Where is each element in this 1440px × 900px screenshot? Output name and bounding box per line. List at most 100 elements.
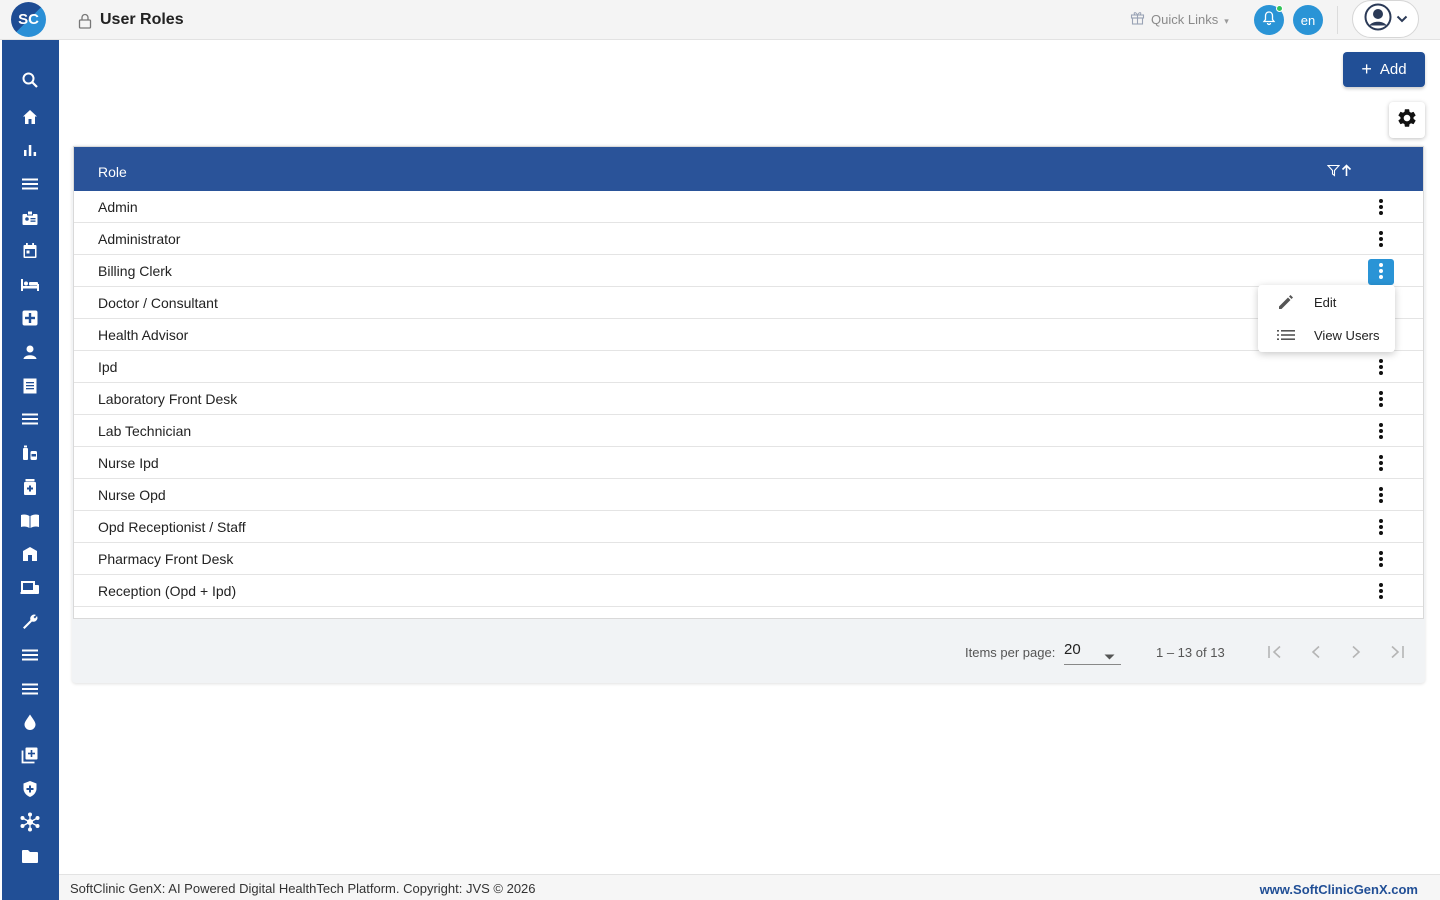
next-page-button[interactable] [1342,639,1370,667]
header-divider [1337,6,1338,34]
drop-icon[interactable] [19,711,41,733]
language-button[interactable]: en [1293,5,1323,35]
list-icon [1276,326,1296,344]
calendar-icon[interactable] [19,240,41,262]
last-page-button[interactable] [1382,639,1410,667]
table-row[interactable]: Administrator [74,223,1423,255]
filter-sort-control[interactable] [1326,164,1352,180]
list-icon-2[interactable] [19,644,41,666]
more-vertical-icon [1378,550,1384,571]
row-actions-button[interactable] [1368,259,1394,285]
more-vertical-icon [1378,230,1384,251]
add-copy-icon[interactable] [19,744,41,766]
first-page-icon [1267,645,1285,662]
pencil-icon [1276,293,1296,311]
list-icon-3[interactable] [19,678,41,700]
table-row[interactable]: Health Advisor [74,319,1423,351]
role-name-cell: Health Advisor [98,327,189,343]
last-page-icon [1387,645,1405,662]
table-row[interactable]: Opd Receptionist / Staff [74,511,1423,543]
more-vertical-icon [1378,390,1384,411]
add-button[interactable]: + Add [1343,52,1425,87]
add-button-label: Add [1379,61,1407,78]
row-actions-button[interactable] [1368,227,1394,253]
row-actions-menu: Edit View Users [1258,285,1395,352]
menu-item-edit-label: Edit [1314,295,1337,310]
bar-chart-icon[interactable] [19,139,41,161]
folder-icon[interactable] [19,845,41,867]
first-page-button[interactable] [1262,639,1290,667]
row-actions-button[interactable] [1368,547,1394,573]
more-vertical-icon [1378,518,1384,539]
document-icon[interactable] [19,375,41,397]
more-vertical-icon [1378,486,1384,507]
menu-item-view-users-label: View Users [1314,328,1380,343]
list-icon[interactable] [19,408,41,430]
wrench-icon[interactable] [19,610,41,632]
role-name-cell: Ipd [98,359,118,375]
role-name-cell: Pharmacy Front Desk [98,551,234,567]
avatar-icon [1364,3,1392,36]
medicine-box-icon[interactable] [19,476,41,498]
table-header: Role [74,147,1423,191]
chevron-left-icon [1310,645,1322,662]
row-actions-button[interactable] [1368,419,1394,445]
row-actions-button[interactable] [1368,579,1394,605]
dropdown-arrow-icon [1104,647,1115,664]
table-row[interactable]: Admin [74,191,1423,223]
menu-item-view-users[interactable]: View Users [1258,318,1395,351]
row-actions-button[interactable] [1368,387,1394,413]
row-actions-button[interactable] [1368,483,1394,509]
sort-arrow-up-icon[interactable] [1341,164,1352,180]
table-row[interactable]: Reception (Opd + Ipd) [74,575,1423,607]
page-range-label: 1 – 13 of 13 [1156,645,1225,660]
column-header-role[interactable]: Role [98,164,127,180]
row-actions-button[interactable] [1368,515,1394,541]
footer-copyright: SoftClinic GenX: AI Powered Digital Heal… [70,881,536,896]
caret-down-icon: ▾ [1224,15,1229,26]
page-title: User Roles [100,11,184,28]
shield-plus-icon[interactable] [19,778,41,800]
row-actions-button[interactable] [1368,195,1394,221]
table-row[interactable]: Lab Technician [74,415,1423,447]
bed-icon[interactable] [19,274,41,296]
table-row[interactable]: Billing Clerk [74,255,1423,287]
role-name-cell: Nurse Ipd [98,455,159,471]
table-settings-button[interactable] [1389,102,1425,138]
menu-item-edit[interactable]: Edit [1258,285,1395,318]
network-icon[interactable] [19,811,41,833]
table-row[interactable]: Laboratory Front Desk [74,383,1423,415]
id-badge-icon[interactable] [19,207,41,229]
medical-plus-icon[interactable] [19,307,41,329]
notification-dot [1276,5,1283,12]
table-row[interactable]: Nurse Ipd [74,447,1423,479]
book-icon[interactable] [19,510,41,532]
pills-icon[interactable] [19,442,41,464]
app-logo[interactable]: SC [11,2,46,37]
home-icon[interactable] [19,106,41,128]
previous-page-button[interactable] [1302,639,1330,667]
menu-lines-icon[interactable] [19,173,41,195]
roles-table-card: Role Admin Administrator Billing Clerk Doct… [72,145,1425,683]
role-name-cell: Reception (Opd + Ipd) [98,583,237,599]
table-row[interactable]: Nurse Opd [74,479,1423,511]
footer-website-link[interactable]: www.SoftClinicGenX.com [1260,882,1418,897]
search-icon[interactable] [19,69,41,91]
table-row[interactable]: Pharmacy Front Desk [74,543,1423,575]
role-name-cell: Doctor / Consultant [98,295,218,311]
person-icon[interactable] [19,341,41,363]
table-row[interactable]: Ipd [74,351,1423,383]
building-icon[interactable] [19,543,41,565]
roles-table: Role Admin Administrator Billing Clerk Doct… [73,146,1424,619]
user-menu-button[interactable] [1352,0,1419,38]
row-actions-button[interactable] [1368,355,1394,381]
row-actions-button[interactable] [1368,451,1394,477]
items-per-page-select[interactable]: 20 [1064,641,1121,665]
quick-links-menu[interactable]: Quick Links ▾ [1130,10,1229,28]
items-per-page-value: 20 [1064,641,1081,658]
filter-icon[interactable] [1326,164,1341,180]
more-vertical-icon [1378,422,1384,443]
devices-icon[interactable] [19,577,41,599]
table-row[interactable]: Doctor / Consultant [74,287,1423,319]
bell-icon [1261,10,1277,31]
